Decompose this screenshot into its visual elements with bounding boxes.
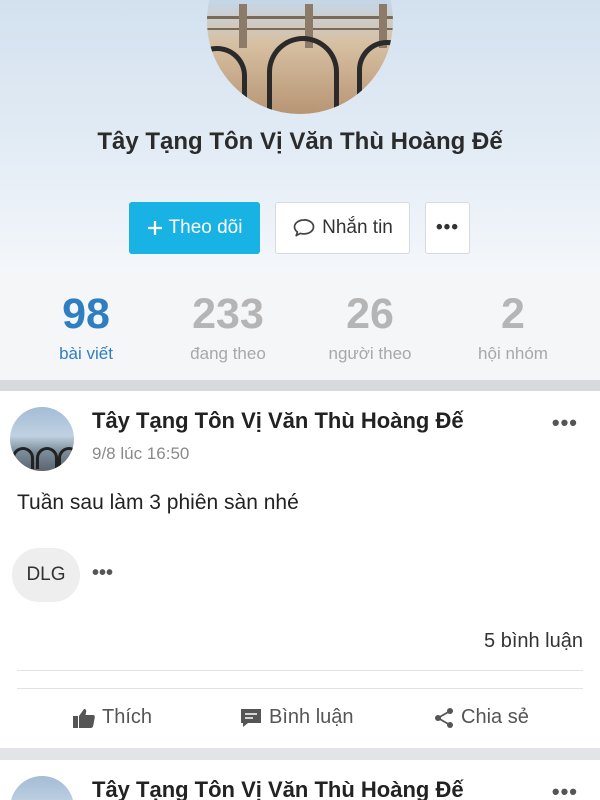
- stat-following[interactable]: 233 đang theo: [158, 290, 298, 364]
- profile-more-button[interactable]: •••: [425, 202, 470, 254]
- reactors-more-button[interactable]: •••: [92, 562, 113, 585]
- like-label: Thích: [102, 706, 153, 728]
- post-author-avatar[interactable]: [10, 776, 74, 800]
- stat-value: 26: [346, 290, 394, 338]
- divider: [17, 688, 583, 689]
- stat-label: đang theo: [190, 344, 266, 363]
- share-icon: [433, 707, 455, 729]
- share-label: Chia sẻ: [461, 706, 529, 728]
- stat-label: bài viết: [59, 344, 113, 363]
- stat-groups[interactable]: 2 hội nhóm: [443, 290, 583, 364]
- like-button[interactable]: Thích: [72, 706, 152, 729]
- divider: [17, 670, 583, 671]
- message-button[interactable]: Nhắn tin: [275, 202, 410, 254]
- message-label: Nhắn tin: [322, 217, 393, 238]
- comment-button[interactable]: Bình luận: [239, 706, 354, 729]
- follow-button[interactable]: Theo dõi: [129, 202, 260, 254]
- stats-bar: 98 bài viết 233 đang theo 26 người theo …: [0, 272, 600, 380]
- chat-bubble-icon: [292, 218, 316, 238]
- profile-name: Tây Tạng Tôn Vị Văn Thù Hoàng Đế: [97, 128, 503, 155]
- profile-avatar[interactable]: [207, 0, 393, 114]
- comment-icon: [239, 707, 263, 729]
- follow-label: Theo dõi: [168, 217, 243, 238]
- post-divider: [0, 748, 600, 760]
- post-more-button[interactable]: •••: [552, 779, 578, 800]
- reactor-avatar[interactable]: DLG: [12, 548, 80, 602]
- share-button[interactable]: Chia sẻ: [433, 706, 529, 729]
- post-author-name[interactable]: Tây Tạng Tôn Vị Văn Thù Hoàng Đế: [92, 408, 464, 434]
- stat-followers[interactable]: 26 người theo: [300, 290, 440, 364]
- stat-value: 233: [192, 290, 264, 338]
- stat-value: 2: [501, 290, 525, 338]
- post-author-name[interactable]: Tây Tạng Tôn Vị Văn Thù Hoàng Đế: [92, 777, 464, 800]
- comment-count[interactable]: 5 bình luận: [484, 630, 583, 653]
- stat-label: người theo: [328, 344, 412, 363]
- profile-header: Tây Tạng Tôn Vị Văn Thù Hoàng Đế Theo dõ…: [0, 0, 600, 272]
- post-author-avatar[interactable]: [10, 407, 74, 471]
- thumbs-up-icon: [72, 707, 96, 729]
- section-divider: [0, 380, 600, 391]
- post-text: Tuần sau làm 3 phiên sàn nhé: [17, 491, 299, 514]
- stat-value: 98: [62, 290, 110, 338]
- plus-icon: [147, 220, 163, 236]
- post-more-button[interactable]: •••: [552, 410, 578, 436]
- stat-label: hội nhóm: [478, 344, 548, 363]
- comment-label: Bình luận: [269, 706, 354, 728]
- post-timestamp: 9/8 lúc 16:50: [92, 444, 190, 463]
- stat-posts[interactable]: 98 bài viết: [16, 290, 156, 364]
